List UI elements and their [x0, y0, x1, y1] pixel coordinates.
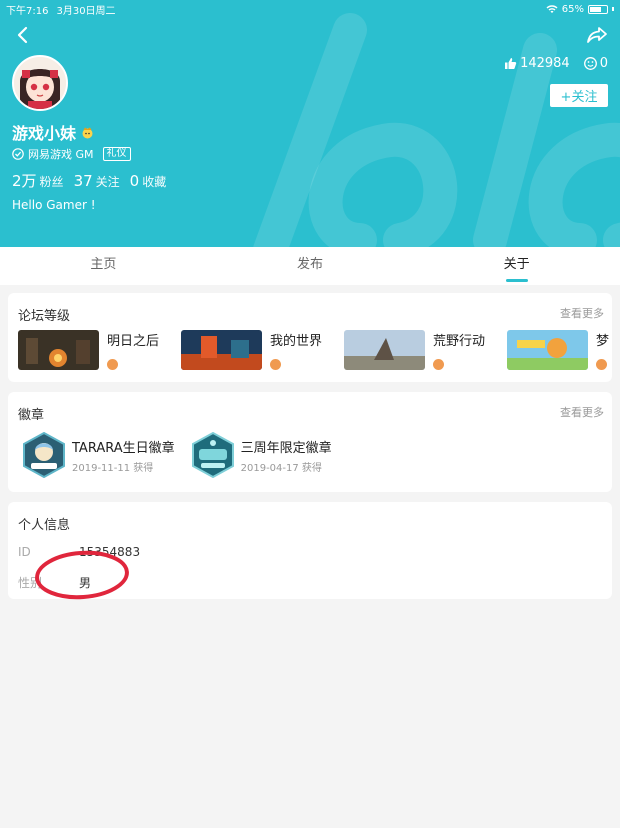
- game-thumbnail: [344, 330, 426, 370]
- following-count: 37: [73, 172, 93, 190]
- fans-label: 粉丝: [39, 175, 64, 189]
- taptap-watermark: [253, 13, 620, 247]
- likes-count: 142984: [520, 56, 570, 71]
- anniversary-badge-icon: [191, 432, 234, 478]
- forum-name: 明日之后: [107, 334, 160, 349]
- badge-name: TARARA生日徽章: [72, 440, 175, 456]
- following-stat[interactable]: 37 关注: [74, 171, 120, 190]
- level-icon: [270, 359, 282, 370]
- username-row: 游戏小妹: [12, 120, 94, 144]
- smiles-stat: 0: [583, 56, 608, 71]
- level-icon: [433, 359, 445, 370]
- tab-about[interactable]: 关于: [413, 247, 620, 285]
- game-thumbnail: [507, 330, 589, 370]
- battery-icon: [588, 4, 608, 14]
- smiles-count: 0: [599, 56, 608, 71]
- tab-posts[interactable]: 发布: [207, 247, 414, 285]
- badges-card: 徽章 查看更多 TARARA生日徽章 2019-11-11 获得 三周年限定徽章 2…: [8, 392, 612, 492]
- favorites-label: 收藏: [142, 175, 167, 189]
- forum-name: 我的世界: [270, 334, 323, 349]
- follow-counts: 2万 粉丝 37 关注 0 收藏: [12, 170, 166, 191]
- level-icon: [107, 359, 118, 370]
- username: 游戏小妹: [12, 124, 77, 143]
- following-label: 关注: [95, 175, 120, 189]
- badge-date: 2019-11-11 获得: [72, 462, 154, 474]
- fans-stat[interactable]: 2万 粉丝: [12, 170, 64, 191]
- verified-icon: [12, 148, 24, 160]
- forum-level-title: 论坛等级: [18, 309, 71, 324]
- bio-text: Hello Gamer !: [12, 198, 96, 212]
- level-icon: [596, 359, 608, 370]
- tarara-badge-icon: [23, 432, 65, 478]
- forum-list: 明日之后 我的世界 荒野行动 梦: [18, 330, 609, 370]
- forum-name: 荒野行动: [433, 334, 486, 349]
- game-thumbnail: [18, 330, 99, 370]
- follow-button[interactable]: +关注: [550, 84, 608, 107]
- verify-text: 网易游戏 GM: [28, 148, 94, 161]
- forum-name: 梦: [596, 334, 610, 349]
- status-date: 3月30日周二: [56, 5, 116, 17]
- status-bar: 下午7:16 3月30日周二 65%: [6, 2, 614, 17]
- favorites-count: 0: [129, 172, 140, 190]
- forum-item[interactable]: 明日之后: [18, 330, 159, 370]
- back-arrow-icon[interactable]: [12, 24, 34, 46]
- badges-title: 徽章: [18, 408, 45, 423]
- battery-percent: 65%: [561, 3, 584, 15]
- tab-home[interactable]: 主页: [0, 247, 207, 285]
- badge-item[interactable]: 三周年限定徽章 2019-04-17 获得: [191, 432, 332, 478]
- badge-date: 2019-04-17 获得: [240, 462, 322, 474]
- title-tag: 礼仪: [102, 147, 131, 161]
- badge-item[interactable]: TARARA生日徽章 2019-11-11 获得: [22, 432, 175, 478]
- profile-header: 下午7:16 3月30日周二 65% 142984 0 +关注 游戏小妹 网易游…: [0, 0, 620, 247]
- smile-icon: [583, 57, 597, 70]
- header-stats: 142984 0: [504, 56, 608, 71]
- forum-item[interactable]: 梦: [507, 330, 609, 370]
- fans-count: 2万: [12, 172, 37, 190]
- favorites-stat[interactable]: 0 收藏: [130, 171, 167, 190]
- avatar-image: [14, 57, 66, 109]
- profile-tabs: 主页 发布 关于: [0, 247, 620, 285]
- badge-list: TARARA生日徽章 2019-11-11 获得 三周年限定徽章 2019-04-1…: [22, 432, 332, 478]
- crown-avatar-icon: [82, 127, 93, 138]
- share-icon[interactable]: [586, 24, 608, 46]
- likes-stat: 142984: [504, 56, 570, 71]
- game-thumbnail: [181, 330, 263, 370]
- badges-more-link[interactable]: 查看更多: [560, 404, 604, 420]
- status-time: 下午7:16: [6, 5, 49, 17]
- verification-row: 网易游戏 GM 礼仪: [12, 146, 131, 162]
- wifi-icon: [546, 4, 558, 13]
- avatar[interactable]: [12, 55, 68, 111]
- forum-item[interactable]: 我的世界: [181, 330, 322, 370]
- red-circle-annotation: [35, 550, 129, 600]
- thumbs-up-icon: [505, 58, 517, 69]
- forum-level-card: 论坛等级 查看更多 明日之后 我的世界 荒野行动 梦: [8, 293, 612, 382]
- forum-more-link[interactable]: 查看更多: [560, 305, 604, 321]
- personal-info-title: 个人信息: [18, 518, 71, 533]
- forum-item[interactable]: 荒野行动: [344, 330, 485, 370]
- badge-name: 三周年限定徽章: [240, 440, 332, 456]
